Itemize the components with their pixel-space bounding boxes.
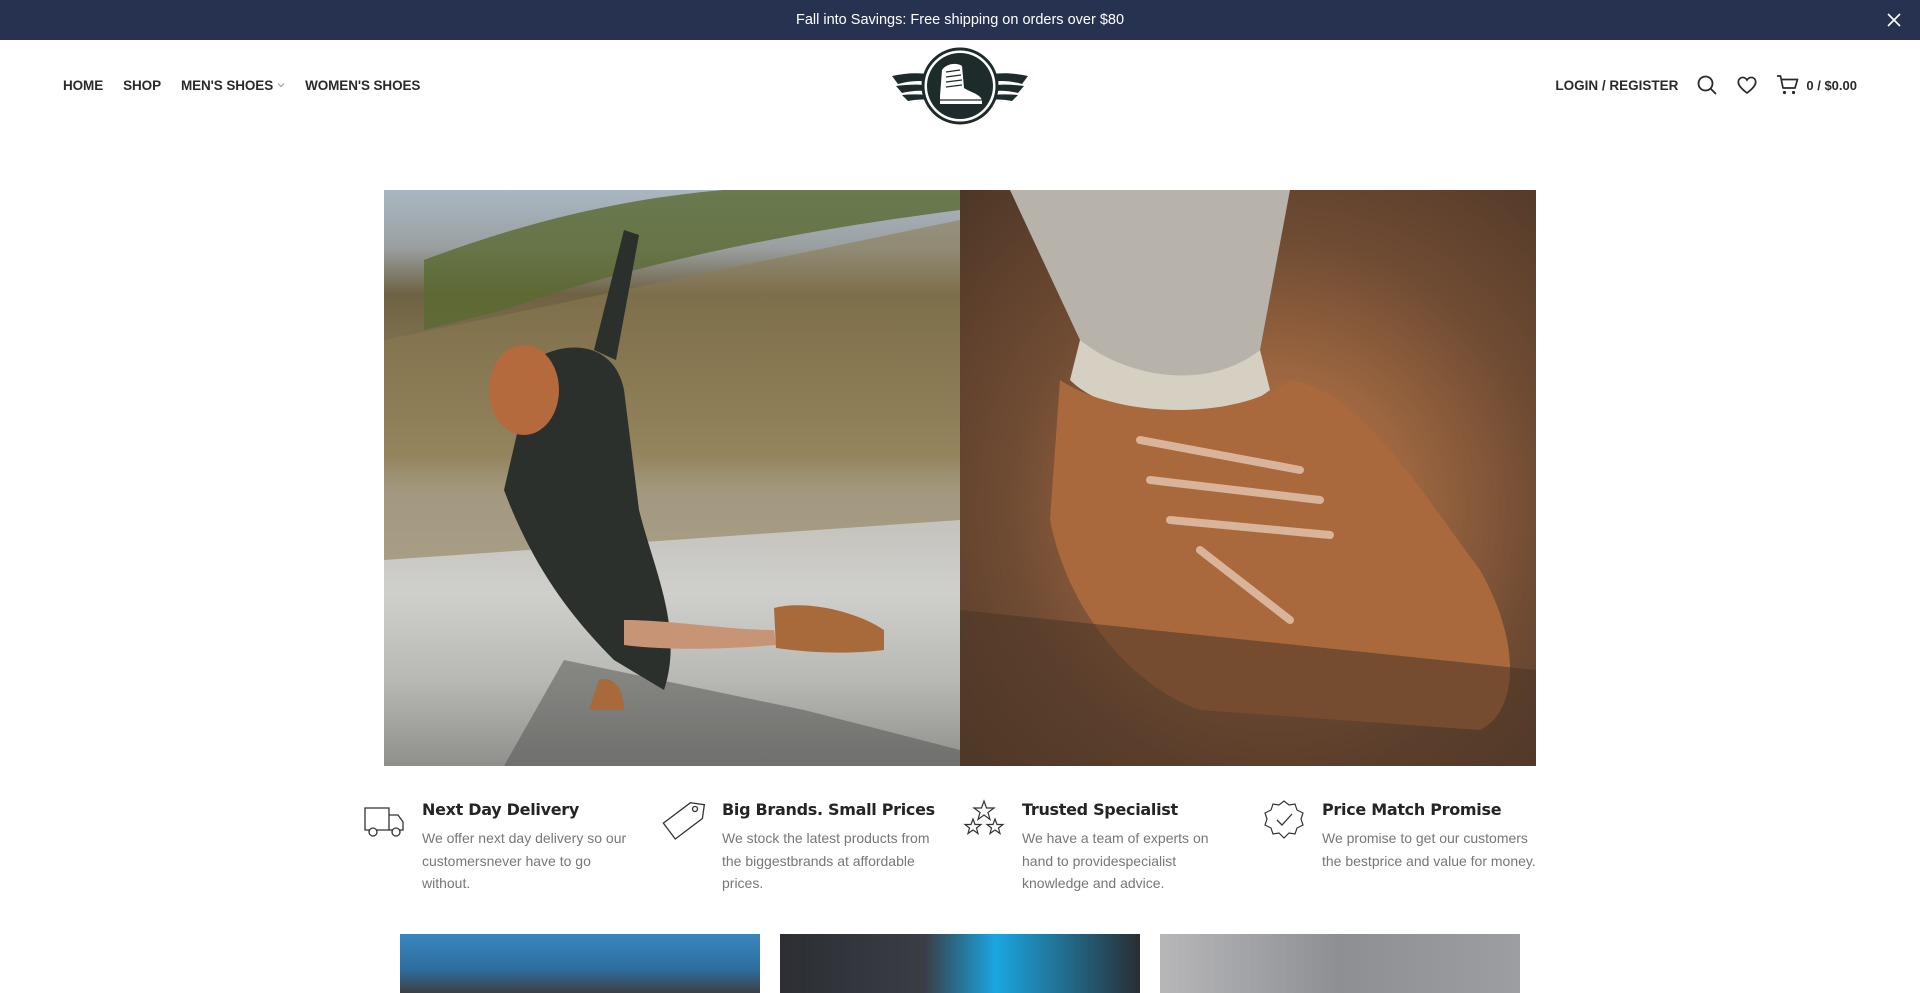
nav-item-shop[interactable]: SHOP (123, 78, 161, 93)
feature-title: Big Brands. Small Prices (722, 800, 935, 819)
search-icon[interactable] (1696, 74, 1718, 96)
site-header: HOME SHOP MEN'S SHOES WOMEN'S SHOES LOGI… (0, 40, 1920, 130)
feature-desc: We have a team of experts on hand to pro… (1022, 830, 1209, 891)
chevron-down-icon (277, 83, 285, 88)
feature-title: Trusted Specialist (1022, 800, 1178, 819)
header-actions: LOGIN / REGISTER 0 / $0.00 (1555, 40, 1857, 130)
feature-item: Price Match Promise We promise to get ou… (1262, 798, 1562, 908)
stars-icon (963, 799, 1005, 835)
site-logo[interactable] (890, 46, 1030, 126)
feature-desc: We offer next day delivery so our custom… (422, 830, 627, 891)
nav-item-home[interactable]: HOME (63, 78, 103, 93)
promo-text: Fall into Savings: Free shipping on orde… (795, 12, 1125, 28)
nav-item-mens-shoes[interactable]: MEN'S SHOES (181, 78, 285, 93)
cart-icon (1777, 75, 1799, 95)
hero-image-woman-kicking[interactable] (384, 190, 960, 766)
feature-title: Next Day Delivery (422, 800, 579, 819)
badge-check-icon (1264, 800, 1304, 839)
cart-total: 0 / $0.00 (1806, 77, 1857, 93)
hero-banner (384, 190, 1536, 766)
cart-button[interactable]: 0 / $0.00 (1776, 74, 1857, 96)
feature-item: Big Brands. Small Prices We stock the la… (662, 798, 962, 908)
login-register-link[interactable]: LOGIN / REGISTER (1555, 78, 1678, 93)
feature-item: Trusted Specialist We have a team of exp… (962, 798, 1262, 908)
nav-item-womens-shoes[interactable]: WOMEN'S SHOES (305, 78, 420, 93)
feature-desc: We stock the latest products from the bi… (722, 830, 930, 891)
feature-title: Price Match Promise (1322, 800, 1502, 819)
feature-item: Next Day Delivery We offer next day deli… (362, 798, 662, 908)
heart-icon[interactable] (1736, 74, 1758, 96)
category-tile-image[interactable] (400, 934, 760, 993)
feature-desc: We promise to get our customers the best… (1322, 830, 1536, 869)
features-row: Next Day Delivery We offer next day deli… (362, 798, 1562, 908)
promo-bar: Fall into Savings: Free shipping on orde… (0, 0, 1920, 40)
category-tile-image[interactable] (780, 934, 1140, 993)
main-nav: HOME SHOP MEN'S SHOES WOMEN'S SHOES (63, 40, 440, 130)
close-icon[interactable] (1884, 10, 1904, 30)
category-tile-image[interactable] (1160, 934, 1520, 993)
tag-icon (662, 802, 706, 840)
hero-image-boot-closeup[interactable] (960, 190, 1536, 766)
category-tiles (400, 934, 1520, 993)
truck-icon (364, 807, 404, 837)
